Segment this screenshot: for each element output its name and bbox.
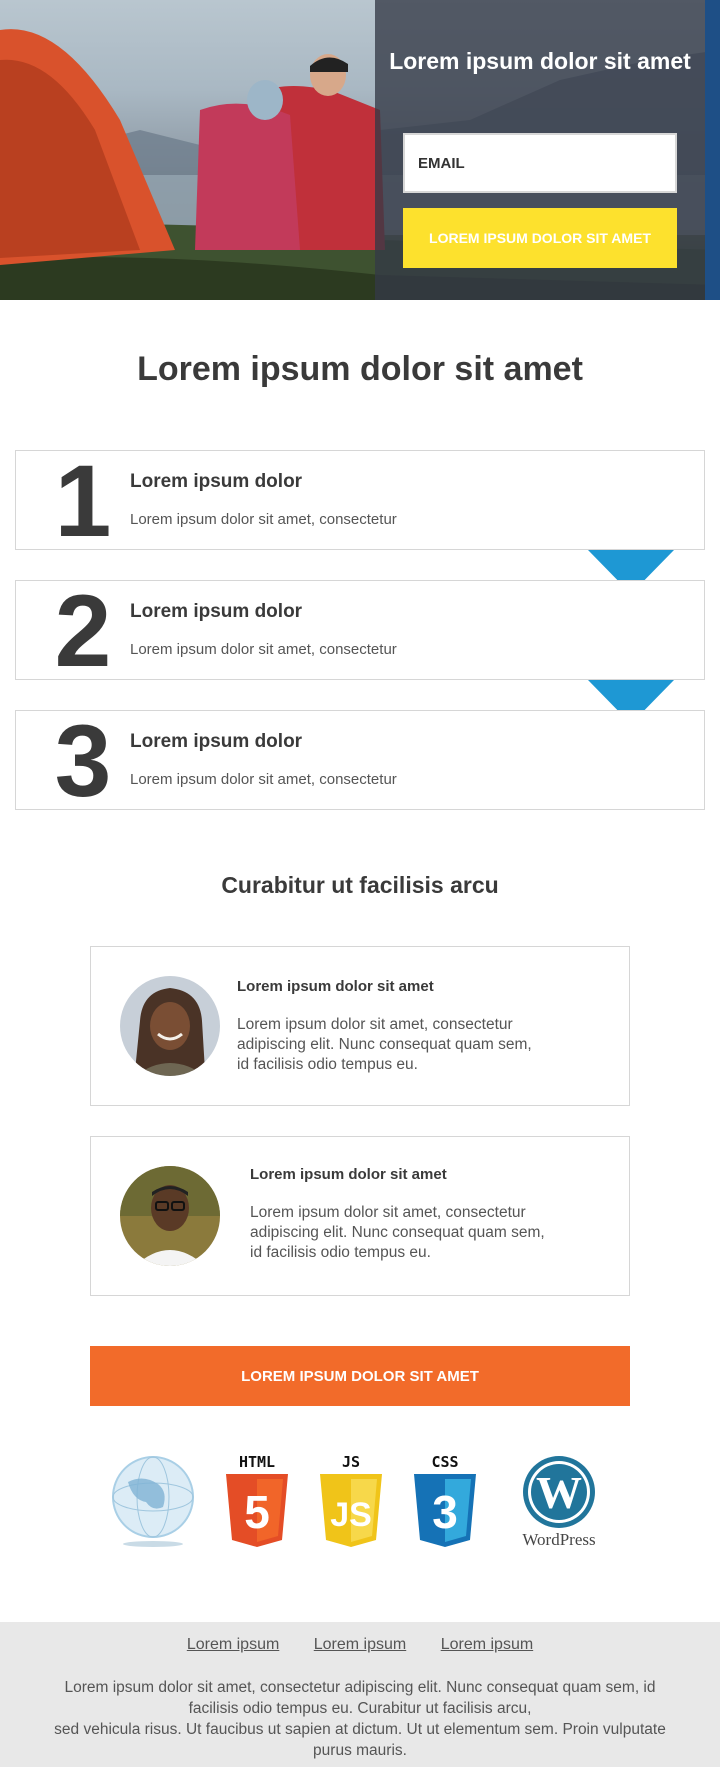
testimonial-text: Lorem ipsum dolor sit amet, consectetur … — [250, 1204, 545, 1261]
html-label: HTML — [239, 1453, 275, 1471]
hero-edge — [705, 0, 720, 300]
js-label: JS — [342, 1453, 360, 1471]
svg-text:W: W — [536, 1467, 582, 1518]
testimonial-name: Lorem ipsum dolor sit amet — [250, 1166, 447, 1183]
footer-text-line-1: Lorem ipsum dolor sit amet, consectetur … — [64, 1679, 656, 1717]
step-title: Lorem ipsum dolor — [130, 731, 303, 752]
testimonial-text: Lorem ipsum dolor sit amet, consectetur … — [237, 1016, 532, 1073]
footer-link-1[interactable]: Lorem ipsum — [187, 1636, 279, 1654]
step-number: 2 — [54, 574, 112, 688]
step-title: Lorem ipsum dolor — [130, 471, 303, 492]
wordpress-icon: W WordPress — [522, 1456, 596, 1548]
css-label: CSS — [431, 1453, 458, 1471]
footer-text-line-2: sed vehicula risus. Ut faucibus ut sapie… — [54, 1721, 666, 1759]
step-title: Lorem ipsum dolor — [130, 601, 303, 622]
avatar-image — [120, 976, 220, 1076]
footer-links: Lorem ipsum Lorem ipsum Lorem ipsum — [0, 1636, 720, 1654]
avatar — [120, 1166, 220, 1266]
testimonial-name: Lorem ipsum dolor sit amet — [237, 978, 434, 995]
avatar — [120, 976, 220, 1076]
globe-icon — [112, 1456, 194, 1547]
hero-title: Lorem ipsum dolor sit amet — [389, 48, 691, 74]
css3-icon: CSS 3 — [414, 1453, 476, 1547]
js-digit: JS — [330, 1496, 372, 1534]
step-number: 3 — [54, 704, 112, 818]
hero-section: Lorem ipsum dolor sit amet LOREM IPSUM D… — [0, 0, 720, 300]
testimonials-title: Curabitur ut facilisis arcu — [221, 872, 499, 898]
cta-button[interactable]: LOREM IPSUM DOLOR SIT AMET — [90, 1346, 630, 1406]
avatar-image — [120, 1166, 220, 1266]
hero-signup-button[interactable]: LOREM IPSUM DOLOR SIT AMET — [403, 208, 677, 268]
footer: Lorem ipsum Lorem ipsum Lorem ipsum Lore… — [0, 1622, 720, 1767]
step-card-2: 2 Lorem ipsum dolor Lorem ipsum dolor si… — [15, 574, 705, 688]
testimonial-card: Lorem ipsum dolor sit amet Lorem ipsum d… — [90, 946, 630, 1106]
steps-section-title: Lorem ipsum dolor sit amet — [137, 350, 583, 388]
step-card-1: 1 Lorem ipsum dolor Lorem ipsum dolor si… — [15, 444, 705, 558]
email-field[interactable] — [403, 133, 677, 193]
css3-digit: 3 — [432, 1486, 458, 1538]
footer-link-3[interactable]: Lorem ipsum — [441, 1636, 533, 1654]
footer-text: Lorem ipsum dolor sit amet, consectetur … — [40, 1677, 680, 1761]
step-card-3: 3 Lorem ipsum dolor Lorem ipsum dolor si… — [15, 704, 705, 818]
step-text: Lorem ipsum dolor sit amet, consectetur — [130, 641, 397, 658]
testimonial-card: Lorem ipsum dolor sit amet Lorem ipsum d… — [90, 1136, 630, 1296]
step-text: Lorem ipsum dolor sit amet, consectetur — [130, 771, 397, 788]
wordpress-label: WordPress — [522, 1530, 595, 1548]
js-icon: JS JS — [320, 1453, 382, 1547]
step-number: 1 — [54, 444, 112, 558]
html5-digit: 5 — [244, 1486, 270, 1538]
step-text: Lorem ipsum dolor sit amet, consectetur — [130, 511, 397, 528]
html5-icon: HTML 5 — [226, 1453, 288, 1547]
footer-link-2[interactable]: Lorem ipsum — [314, 1636, 406, 1654]
